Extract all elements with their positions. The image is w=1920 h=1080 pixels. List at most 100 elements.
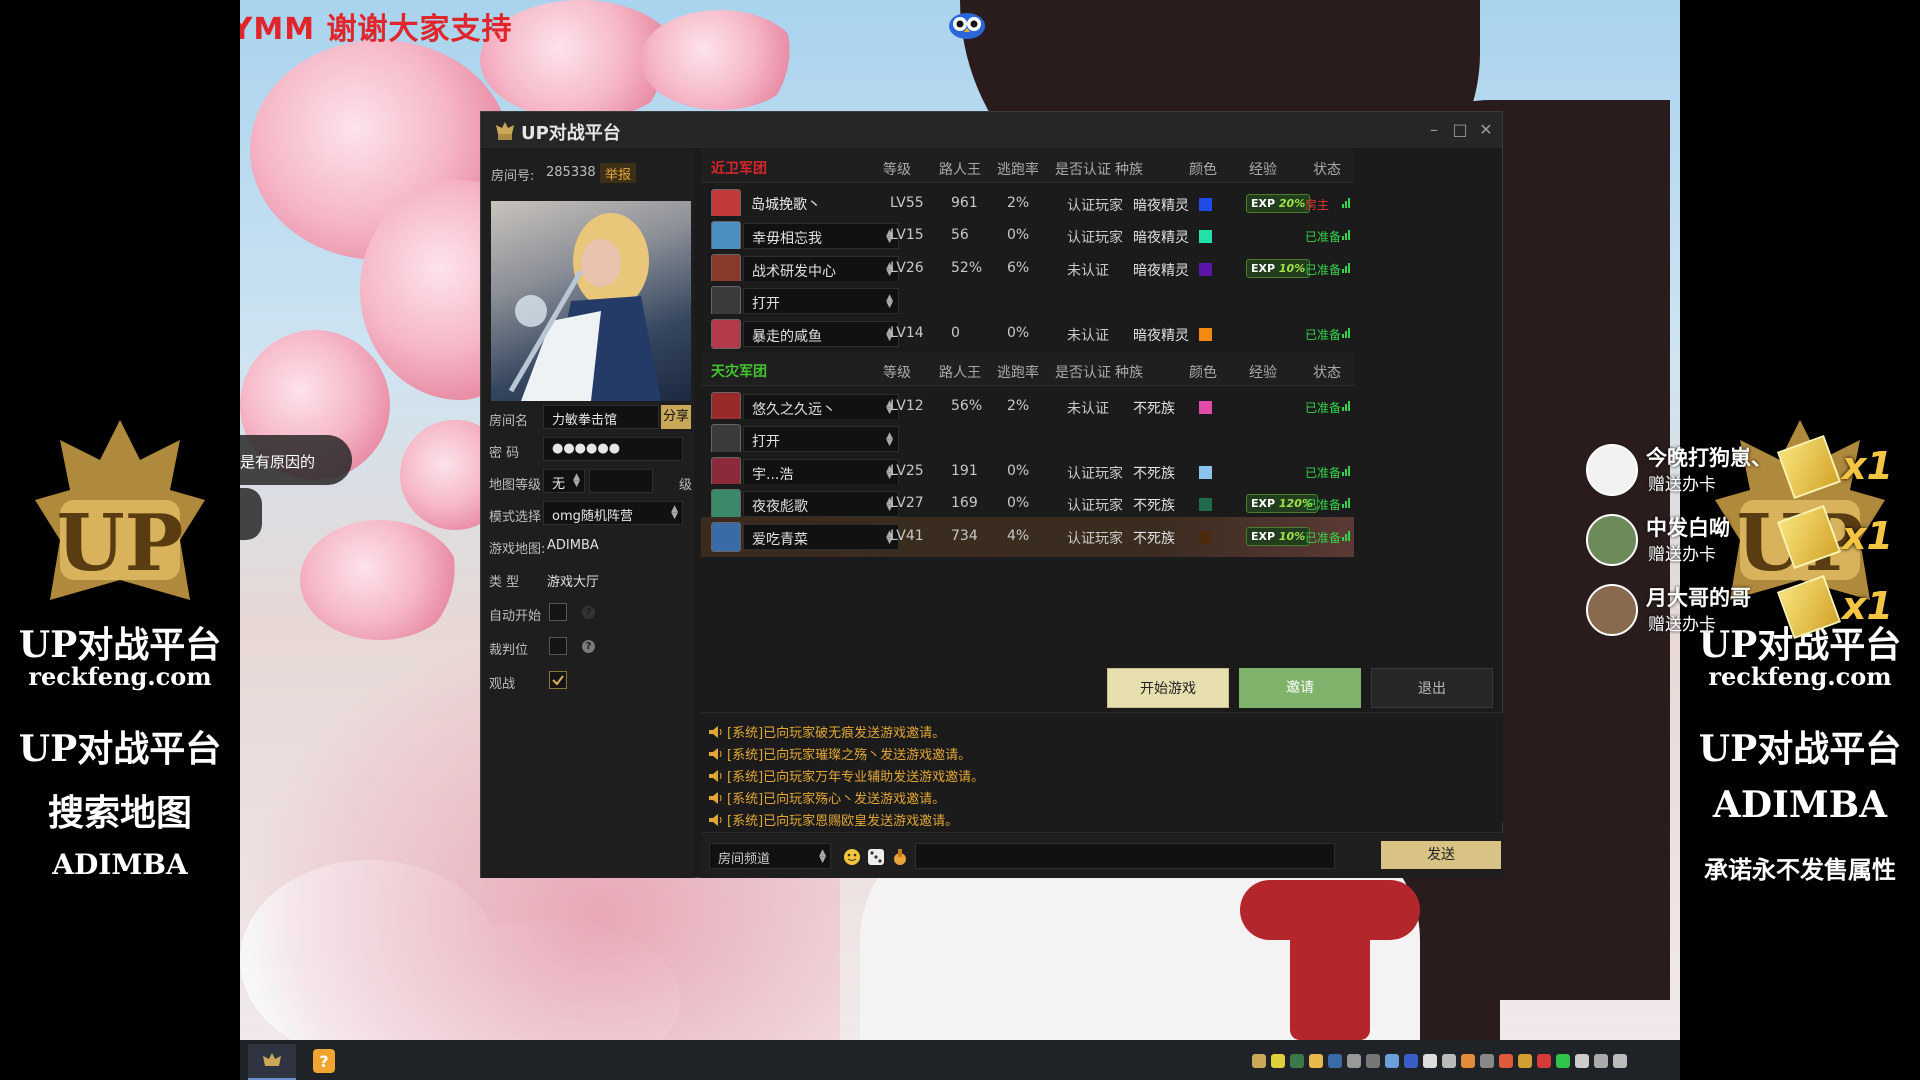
- tray-icon[interactable]: [1385, 1054, 1399, 1068]
- invite-button[interactable]: 邀请: [1239, 668, 1361, 708]
- player-name: 岛城挽歌丶: [751, 196, 821, 213]
- log-text: [系统]已向玩家破无痕发送游戏邀请。: [727, 726, 946, 741]
- tray-icon[interactable]: [1366, 1054, 1380, 1068]
- exit-button[interactable]: 退出: [1371, 668, 1493, 708]
- player-avatar: [711, 318, 741, 349]
- signal-icon: [1342, 228, 1352, 241]
- password-field[interactable]: ●●●●●●: [543, 437, 683, 461]
- tray-icon[interactable]: [1499, 1054, 1513, 1068]
- gift-card-icon: [1776, 434, 1842, 500]
- mode-select[interactable]: omg随机阵营 ▲ ▼: [543, 501, 683, 525]
- room-number-label: 房间号:: [491, 169, 535, 184]
- tray-icon[interactable]: [1290, 1054, 1304, 1068]
- log-text: [系统]已向玩家恩赐欧皇发送游戏邀请。: [727, 814, 959, 829]
- gift-action: 赠送办卡: [1648, 545, 1716, 565]
- banner-line: UP对战平台: [18, 728, 222, 770]
- tray-icon[interactable]: [1575, 1054, 1589, 1068]
- start-game-button[interactable]: 开始游戏: [1107, 668, 1229, 708]
- tray-icon[interactable]: [1556, 1054, 1570, 1068]
- tray-icon[interactable]: [1423, 1054, 1437, 1068]
- map-preview-image: [491, 201, 691, 401]
- signal-icon: [1342, 196, 1352, 208]
- player-name: 幸毋相忘我: [752, 231, 822, 248]
- gift-card-icon: [1776, 574, 1842, 640]
- tray-icon[interactable]: [1537, 1054, 1551, 1068]
- spectate-label: 观战: [489, 677, 516, 692]
- chat-input[interactable]: [915, 843, 1335, 869]
- tray-icon[interactable]: [1594, 1054, 1608, 1068]
- tray-icon[interactable]: [1461, 1054, 1475, 1068]
- spectate-checkbox[interactable]: [549, 671, 567, 689]
- taskbar-app[interactable]: ?: [300, 1044, 348, 1080]
- tray-icon[interactable]: [1404, 1054, 1418, 1068]
- dice-icon[interactable]: [867, 848, 885, 866]
- player-slot-select[interactable]: 悠久之久远丶 ▲ ▼: [743, 393, 899, 420]
- tray-icon[interactable]: [1328, 1054, 1342, 1068]
- mode-label: 模式选择: [489, 510, 542, 525]
- gift-notification: 中发白呦 赠送办卡 x1: [1586, 504, 1916, 570]
- chat-bubble-edge: [240, 488, 262, 540]
- share-button[interactable]: 分享: [661, 405, 691, 429]
- player-slot-select[interactable]: 战术研发中心 ▲ ▼: [743, 255, 899, 282]
- player-name: 悠久之久远丶: [752, 401, 836, 418]
- channel-select[interactable]: 房间频道 ▲ ▼: [709, 843, 831, 869]
- send-button[interactable]: 发送: [1381, 841, 1501, 869]
- player-slot-select[interactable]: 宇...浩 ▲ ▼: [743, 458, 899, 485]
- player-slot-select[interactable]: 幸毋相忘我 ▲ ▼: [743, 223, 899, 250]
- minimize-button[interactable]: –: [1425, 121, 1443, 139]
- gift-count: x1: [1842, 514, 1893, 558]
- referee-checkbox[interactable]: [549, 637, 567, 655]
- system-log: [系统]已向玩家破无痕发送游戏邀请。 [系统]已向玩家璀璨之殇丶发送游戏邀请。 …: [701, 712, 1503, 829]
- emoji-icon[interactable]: [843, 848, 861, 866]
- player-slot-select[interactable]: 暴走的咸鱼 ▲ ▼: [743, 320, 899, 347]
- banner-line: UP对战平台: [1698, 728, 1902, 770]
- close-button[interactable]: ✕: [1477, 121, 1495, 139]
- maximize-button[interactable]: □: [1451, 121, 1469, 139]
- help-icon[interactable]: ?: [582, 640, 595, 653]
- password-label: 密 码: [489, 446, 520, 461]
- slot-select[interactable]: 打开 ▲ ▼: [743, 288, 899, 315]
- tray-icon[interactable]: [1442, 1054, 1456, 1068]
- help-app-icon: ?: [313, 1049, 335, 1073]
- map-level-input[interactable]: [589, 469, 653, 493]
- player-slot-select[interactable]: 爱吃青菜 ▲ ▼: [743, 523, 899, 550]
- tray-icon[interactable]: [1252, 1054, 1266, 1068]
- taskbar-up-platform[interactable]: [248, 1044, 296, 1080]
- title-bar[interactable]: UP对战平台 – □ ✕: [481, 112, 1502, 148]
- tray-icon[interactable]: [1518, 1054, 1532, 1068]
- player-level: LV25: [890, 462, 924, 479]
- avatar: [1586, 584, 1638, 636]
- auto-start-checkbox[interactable]: [549, 603, 567, 621]
- gift-sender: 中发白呦: [1646, 516, 1730, 540]
- room-name-label: 房间名: [489, 414, 529, 429]
- player-king: 56%: [951, 397, 983, 414]
- up-platform-window: UP对战平台 – □ ✕ 房间号: 285338 举报 房间名 力敏拳击馆 分享…: [480, 111, 1503, 878]
- left-banner: UP UP对战平台 reckfeng.com UP对战平台 搜索地图 ADIMB…: [0, 0, 240, 1040]
- tray-icon[interactable]: [1271, 1054, 1285, 1068]
- signal-icon: [1342, 464, 1352, 476]
- gift-icon[interactable]: [891, 848, 909, 866]
- help-icon[interactable]: ?: [582, 606, 595, 619]
- player-status: 已准备: [1305, 262, 1342, 277]
- player-name: 夜夜彪歌: [752, 499, 808, 516]
- log-line: [系统]已向玩家万年专业辅助发送游戏邀请。: [709, 766, 984, 785]
- map-level-select[interactable]: 无 ▲ ▼: [543, 469, 585, 493]
- player-race: 不死族: [1133, 465, 1175, 482]
- player-escape: 0%: [1007, 324, 1030, 341]
- ribbon-tail: [1290, 930, 1370, 1040]
- player-color-swatch: [1199, 400, 1212, 414]
- room-info-panel: 房间号: 285338 举报 房间名 力敏拳击馆 分享 密 码 ●●●●●● 地…: [481, 149, 694, 878]
- tray-icon[interactable]: [1480, 1054, 1494, 1068]
- player-slot-select[interactable]: 夜夜彪歌 ▲ ▼: [743, 491, 899, 518]
- player-king: 961: [951, 194, 978, 211]
- player-status: 已准备: [1305, 327, 1342, 342]
- report-button[interactable]: 举报: [600, 163, 637, 183]
- tray-icon[interactable]: [1309, 1054, 1323, 1068]
- tray-icon[interactable]: [1613, 1054, 1627, 1068]
- slot-select[interactable]: 打开 ▲ ▼: [743, 426, 899, 453]
- signal-icon: [1342, 326, 1352, 338]
- room-name-field[interactable]: 力敏拳击馆: [543, 405, 659, 429]
- tray-icon[interactable]: [1347, 1054, 1361, 1068]
- exp-value: 10%: [1278, 529, 1306, 543]
- player-race: 暗夜精灵: [1133, 230, 1189, 247]
